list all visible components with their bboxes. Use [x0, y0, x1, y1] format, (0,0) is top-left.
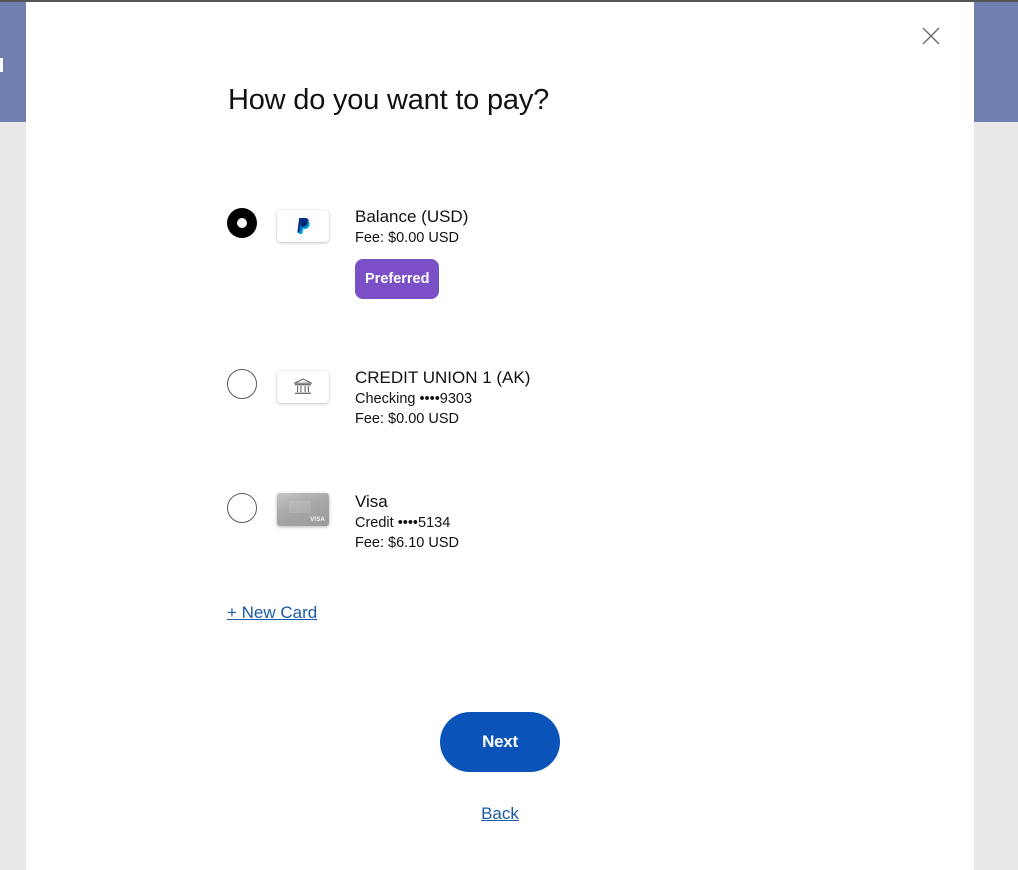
option-details: CREDIT UNION 1 (AK) Checking ••••9303 Fe… — [355, 367, 530, 429]
bank-icon — [277, 371, 329, 403]
payment-option-balance[interactable]: Balance (USD) Fee: $0.00 USD Preferred — [227, 207, 727, 299]
payment-option-bank[interactable]: CREDIT UNION 1 (AK) Checking ••••9303 Fe… — [227, 367, 727, 429]
page-title: How do you want to pay? — [228, 84, 550, 116]
option-name: Balance (USD) — [355, 207, 469, 226]
option-account: Checking ••••9303 — [355, 391, 473, 407]
option-fee: Fee: $6.10 USD — [355, 535, 459, 551]
payment-method-dialog: How do you want to pay? Balance (USD) Fe… — [26, 2, 974, 870]
back-link[interactable]: Back — [480, 804, 520, 824]
add-new-card-link[interactable]: + New Card — [227, 603, 317, 623]
radio-balance[interactable] — [227, 208, 257, 238]
paypal-logo-icon — [277, 210, 329, 242]
radio-bank[interactable] — [227, 369, 257, 399]
option-name: Visa — [355, 492, 388, 511]
card-brand-label: VISA — [310, 517, 325, 523]
option-fee: Fee: $0.00 USD — [355, 411, 459, 427]
option-name: CREDIT UNION 1 (AK) — [355, 368, 531, 387]
card-shading — [289, 501, 311, 513]
background-edge-mark — [0, 58, 3, 72]
preferred-badge: Preferred — [355, 259, 440, 299]
option-details: Visa Credit ••••5134 Fee: $6.10 USD — [355, 491, 459, 553]
visa-card-icon: VISA — [277, 493, 329, 526]
option-details: Balance (USD) Fee: $0.00 USD Preferred — [355, 206, 468, 299]
radio-visa[interactable] — [227, 493, 257, 523]
option-account: Credit ••••5134 — [355, 515, 451, 531]
option-fee: Fee: $0.00 USD — [355, 230, 459, 246]
payment-option-visa[interactable]: VISA Visa Credit ••••5134 Fee: $6.10 USD — [227, 491, 727, 553]
close-icon — [922, 27, 940, 45]
close-button[interactable] — [919, 24, 943, 48]
next-button[interactable]: Next — [440, 712, 560, 772]
